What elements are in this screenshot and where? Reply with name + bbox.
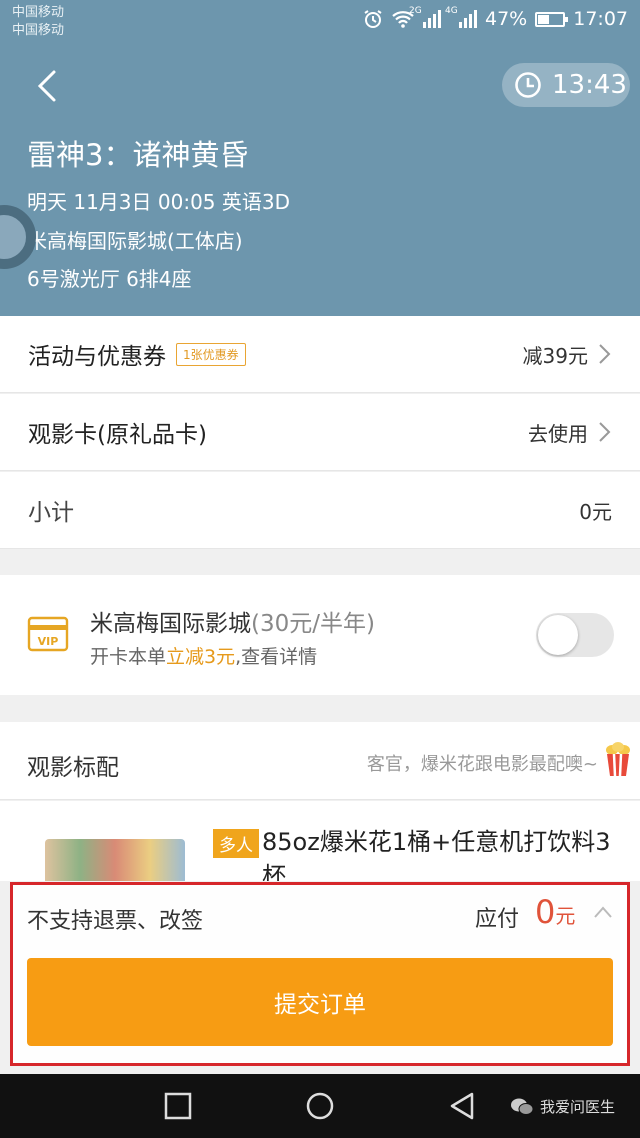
vip-toggle[interactable] bbox=[536, 613, 614, 657]
recent-apps-icon[interactable] bbox=[164, 1092, 192, 1120]
chevron-left-icon bbox=[37, 70, 56, 102]
vip-cinema-name: 米高梅国际影城 bbox=[90, 611, 251, 637]
pay-amount-value: 0 bbox=[535, 893, 556, 931]
status-icons: 2G 4G 47% 17:07 bbox=[363, 6, 628, 30]
battery-fill bbox=[538, 14, 550, 24]
gift-card-action: 去使用 bbox=[528, 421, 588, 446]
vip-title: 米高梅国际影城(30元/半年) bbox=[90, 604, 375, 638]
countdown-value: 13:43 bbox=[552, 70, 627, 100]
battery-percent: 47% bbox=[485, 8, 528, 30]
snack-section-label: 观影标配 bbox=[27, 755, 119, 781]
movie-title: 雷神3：诸神黄昏 bbox=[27, 138, 249, 172]
watermark: 我爱问医生 bbox=[510, 1096, 615, 1117]
pay-label: 应付 bbox=[475, 907, 520, 932]
subtotal-label: 小计 bbox=[28, 500, 74, 526]
signal-icon-1: 2G bbox=[409, 6, 441, 28]
multi-person-tag: 多人 bbox=[213, 829, 259, 858]
showtime: 明天 11月3日 00:05 英语3D bbox=[27, 190, 291, 214]
signal-icon-2: 4G bbox=[445, 6, 477, 28]
popcorn-icon bbox=[606, 742, 630, 777]
battery-icon bbox=[535, 11, 569, 27]
snack-product[interactable]: 多人 85oz爆米花1桶+任意机打饮料3杯 bbox=[0, 801, 640, 881]
alarm-icon bbox=[364, 10, 382, 28]
back-triangle-icon[interactable] bbox=[448, 1092, 476, 1120]
snack-hint: 客官，爆米花跟电影最配噢~ bbox=[366, 754, 598, 775]
promo-row[interactable]: 活动与优惠券 1张优惠券 减39元 bbox=[0, 316, 640, 393]
pay-unit: 元 bbox=[555, 904, 576, 928]
order-header: 中国移动 中国移动 2G 4G 47% 17:07 13:43 雷神3：诸神黄昏… bbox=[0, 0, 640, 316]
chevron-up-icon[interactable] bbox=[593, 905, 613, 919]
carrier-1: 中国移动 bbox=[12, 5, 65, 20]
vip-sub-prefix: 开卡本单 bbox=[90, 646, 167, 668]
vip-card-icon: VIP bbox=[27, 616, 69, 652]
cinema-name: 米高梅国际影城(工体店) bbox=[27, 229, 243, 253]
product-name: 85oz爆米花1桶+任意机打饮料3杯 bbox=[262, 828, 611, 881]
chevron-right-icon bbox=[599, 344, 611, 364]
clock: 17:07 bbox=[573, 8, 628, 30]
checkout-bar: 不支持退票、改签 应付 0元 提交订单 bbox=[10, 882, 630, 1066]
chevron-right-icon bbox=[599, 422, 611, 442]
gift-card-label: 观影卡(原礼品卡) bbox=[28, 422, 207, 448]
subtotal-value: 0元 bbox=[579, 499, 612, 524]
pay-amount: 0元 bbox=[535, 893, 575, 931]
countdown-timer: 13:43 bbox=[502, 63, 630, 107]
promo-value: 减39元 bbox=[522, 343, 588, 368]
carrier-labels: 中国移动 中国移动 bbox=[12, 4, 64, 40]
submit-order-button[interactable]: 提交订单 bbox=[27, 958, 613, 1046]
system-nav-bar: 我爱问医生 bbox=[0, 1074, 640, 1138]
coupon-count-badge: 1张优惠券 bbox=[176, 342, 246, 366]
carrier-2: 中国移动 bbox=[12, 23, 65, 38]
vip-price: (30元/半年) bbox=[251, 611, 375, 637]
back-button[interactable] bbox=[30, 66, 66, 106]
toggle-knob bbox=[538, 615, 578, 655]
home-icon[interactable] bbox=[304, 1092, 336, 1124]
popcorn-combo-image bbox=[45, 839, 185, 881]
seat-info: 6号激光厅 6排4座 bbox=[27, 267, 192, 291]
promo-label: 活动与优惠券 bbox=[28, 344, 166, 370]
watermark-text: 我爱问医生 bbox=[540, 1098, 616, 1116]
status-bar: 中国移动 中国移动 2G 4G 47% 17:07 bbox=[0, 0, 640, 42]
vip-discount: 立减3元 bbox=[166, 646, 236, 668]
clock-icon bbox=[515, 72, 541, 98]
subtotal-row: 小计 0元 bbox=[0, 472, 640, 549]
vip-details-link: ,查看详情 bbox=[235, 646, 318, 668]
refund-policy-note: 不支持退票、改签 bbox=[27, 909, 204, 934]
snack-section-header: 观影标配 客官，爆米花跟电影最配噢~ bbox=[0, 722, 640, 800]
wechat-icon bbox=[511, 1098, 534, 1115]
vip-subtitle[interactable]: 开卡本单立减3元,查看详情 bbox=[90, 642, 317, 669]
svg-text:VIP: VIP bbox=[38, 635, 59, 648]
gift-card-row[interactable]: 观影卡(原礼品卡) 去使用 bbox=[0, 394, 640, 471]
